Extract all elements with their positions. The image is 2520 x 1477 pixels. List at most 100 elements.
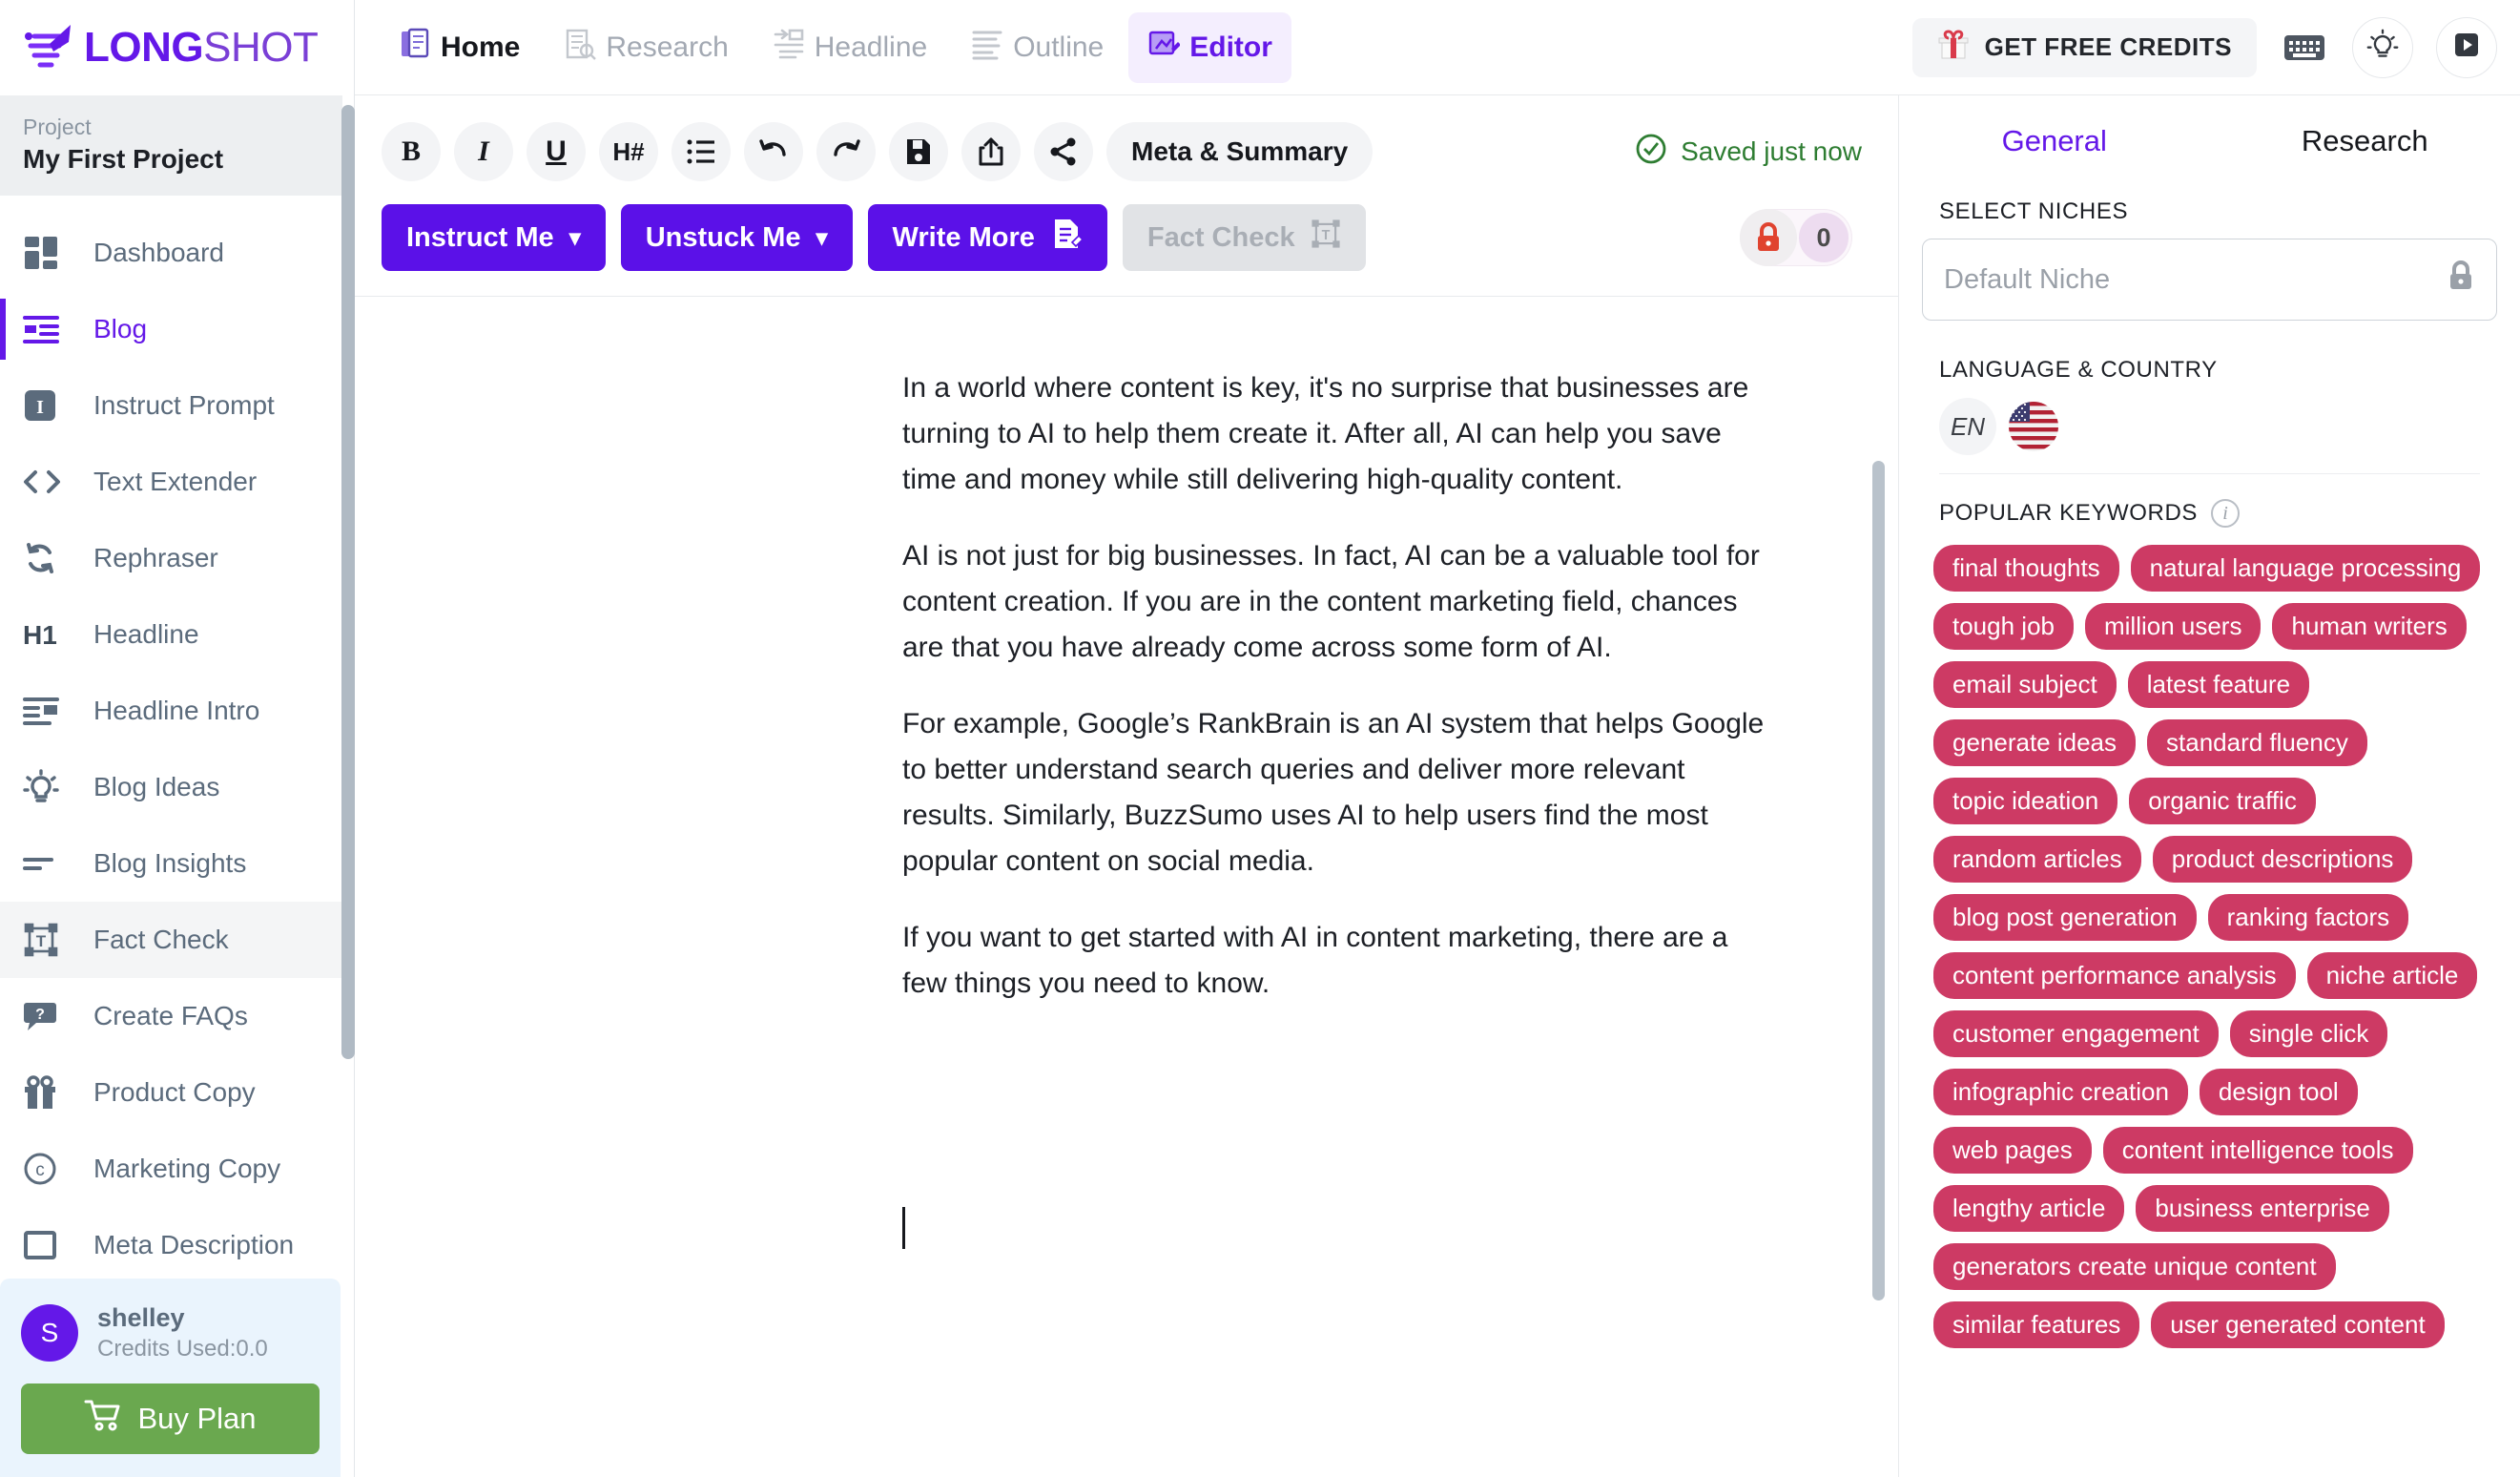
- tab-home[interactable]: Home: [380, 12, 539, 83]
- keyword-tag[interactable]: similar features: [1933, 1301, 2139, 1348]
- keyword-tag[interactable]: single click: [2230, 1010, 2388, 1057]
- sidebar-item-headline-intro[interactable]: Headline Intro: [0, 673, 354, 749]
- language-badge[interactable]: EN: [1939, 398, 1996, 455]
- us-flag-icon[interactable]: [2004, 397, 2063, 456]
- tab-research[interactable]: Research: [545, 12, 747, 83]
- keyword-tag[interactable]: content performance analysis: [1933, 952, 2296, 999]
- popular-keywords-label: POPULAR KEYWORDS: [1939, 500, 2198, 527]
- keyword-tag[interactable]: standard fluency: [2147, 719, 2367, 766]
- home-doc-icon: [399, 28, 431, 68]
- sidebar-item-headline[interactable]: H1 Headline: [0, 596, 354, 673]
- keyword-tag[interactable]: product descriptions: [2153, 836, 2413, 883]
- tips-lightbulb-button[interactable]: [2352, 17, 2413, 78]
- sidebar-item-blog-insights[interactable]: Blog Insights: [0, 825, 354, 902]
- save-status: Saved just now: [1635, 133, 1862, 172]
- keyword-tag[interactable]: generate ideas: [1933, 719, 2136, 766]
- text-cursor: [902, 1207, 905, 1249]
- underline-button[interactable]: U: [527, 122, 586, 181]
- play-icon: [2451, 30, 2482, 65]
- lock-icon: [1740, 209, 1797, 266]
- editor-icon: [1147, 28, 1180, 68]
- editor-column: B I U H#: [355, 95, 1898, 1477]
- sidebar-item-blog-ideas[interactable]: Blog Ideas: [0, 749, 354, 825]
- keyword-tag[interactable]: million users: [2085, 603, 2262, 650]
- sidebar-scrollbar-thumb[interactable]: [341, 105, 355, 1059]
- get-free-credits-button[interactable]: GET FREE CREDITS: [1912, 18, 2257, 77]
- heading-button[interactable]: H#: [599, 122, 658, 181]
- keyword-tag[interactable]: latest feature: [2128, 661, 2309, 708]
- keyword-tag[interactable]: design tool: [2200, 1069, 2358, 1115]
- keyword-tag[interactable]: niche article: [2307, 952, 2478, 999]
- tab-research-panel[interactable]: Research: [2210, 124, 2520, 158]
- keyword-tag[interactable]: ranking factors: [2208, 894, 2409, 941]
- sidebar-item-create-faqs[interactable]: ? Create FAQs: [0, 978, 354, 1054]
- document-scrollbar-thumb[interactable]: [1872, 461, 1885, 1300]
- keyword-tag[interactable]: content intelligence tools: [2103, 1127, 2413, 1174]
- buy-plan-button[interactable]: Buy Plan: [21, 1383, 320, 1454]
- sidebar-item-fact-check[interactable]: T Fact Check: [0, 902, 354, 978]
- meta-summary-button[interactable]: Meta & Summary: [1106, 122, 1373, 181]
- save-button[interactable]: [889, 122, 948, 181]
- keyword-tag[interactable]: generators create unique content: [1933, 1243, 2336, 1290]
- bold-button[interactable]: B: [382, 122, 441, 181]
- play-video-button[interactable]: [2436, 17, 2497, 78]
- italic-button[interactable]: I: [454, 122, 513, 181]
- keyword-tag[interactable]: natural language processing: [2131, 545, 2481, 592]
- keyword-tag[interactable]: blog post generation: [1933, 894, 2197, 941]
- undo-button[interactable]: [744, 122, 803, 181]
- instruct-me-button[interactable]: Instruct Me ▾: [382, 204, 606, 271]
- logo[interactable]: LONGSHOT: [0, 0, 354, 95]
- keyword-tag[interactable]: business enterprise: [2136, 1185, 2388, 1232]
- sidebar-item-meta-description[interactable]: Meta Description: [0, 1207, 354, 1279]
- fact-check-button[interactable]: Fact Check T: [1123, 204, 1366, 271]
- sidebar-item-label: Text Extender: [93, 467, 257, 497]
- sidebar-item-dashboard[interactable]: Dashboard: [0, 215, 354, 291]
- keyword-tag[interactable]: customer engagement: [1933, 1010, 2219, 1057]
- editor-and-panel: B I U H#: [355, 95, 2520, 1477]
- keyword-tag[interactable]: topic ideation: [1933, 778, 2117, 824]
- bullet-list-button[interactable]: [671, 122, 731, 181]
- sidebar-item-blog[interactable]: Blog: [0, 291, 354, 367]
- keyword-tag[interactable]: organic traffic: [2129, 778, 2316, 824]
- sidebar-item-instruct-prompt[interactable]: I Instruct Prompt: [0, 367, 354, 444]
- keyword-tag[interactable]: web pages: [1933, 1127, 2092, 1174]
- tab-headline[interactable]: Headline: [754, 12, 946, 83]
- lock-credits-toggle[interactable]: 0: [1740, 209, 1852, 266]
- niche-placeholder: Default Niche: [1944, 264, 2110, 296]
- tab-editor[interactable]: Editor: [1128, 12, 1291, 83]
- sidebar-item-text-extender[interactable]: Text Extender: [0, 444, 354, 520]
- project-selector[interactable]: Project My First Project: [0, 95, 342, 196]
- copyright-icon: c: [23, 1152, 71, 1186]
- write-more-button[interactable]: Write More: [868, 204, 1107, 271]
- tab-general[interactable]: General: [1899, 124, 2210, 158]
- info-icon[interactable]: i: [2211, 499, 2240, 528]
- keyword-tag[interactable]: lengthy article: [1933, 1185, 2124, 1232]
- language-country-row: EN: [1922, 397, 2497, 456]
- keyword-tag[interactable]: human writers: [2272, 603, 2466, 650]
- unstuck-me-button[interactable]: Unstuck Me ▾: [621, 204, 853, 271]
- sidebar: LONGSHOT Project My First Project Dashbo…: [0, 0, 355, 1477]
- sidebar-item-rephraser[interactable]: Rephraser: [0, 520, 354, 596]
- export-button[interactable]: [961, 122, 1021, 181]
- tab-outline[interactable]: Outline: [952, 12, 1123, 83]
- tab-research-label: Research: [606, 31, 728, 64]
- svg-text:c: c: [35, 1160, 45, 1180]
- keyword-tag[interactable]: infographic creation: [1933, 1069, 2188, 1115]
- sidebar-item-marketing-copy[interactable]: c Marketing Copy: [0, 1131, 354, 1207]
- sidebar-item-product-copy[interactable]: Product Copy: [0, 1054, 354, 1131]
- user-row[interactable]: S shelley Credits Used:0.0: [0, 1303, 341, 1363]
- popular-keywords-header: POPULAR KEYWORDS i: [1922, 474, 2497, 545]
- share-button[interactable]: [1034, 122, 1093, 181]
- keyboard-icon[interactable]: [2280, 23, 2329, 73]
- document-body[interactable]: In a world where content is key, it's no…: [355, 297, 1898, 1249]
- redo-button[interactable]: [816, 122, 876, 181]
- keyword-tag[interactable]: final thoughts: [1933, 545, 2119, 592]
- niche-select[interactable]: Default Niche: [1922, 239, 2497, 321]
- document-scroll-area[interactable]: In a world where content is key, it's no…: [355, 297, 1898, 1477]
- main-area: Home Research Headline: [355, 0, 2520, 1477]
- keyword-tag[interactable]: user generated content: [2151, 1301, 2444, 1348]
- keyword-tag[interactable]: random articles: [1933, 836, 2141, 883]
- keyword-tag[interactable]: email subject: [1933, 661, 2117, 708]
- svg-text:H1: H1: [23, 620, 57, 650]
- keyword-tag[interactable]: tough job: [1933, 603, 2074, 650]
